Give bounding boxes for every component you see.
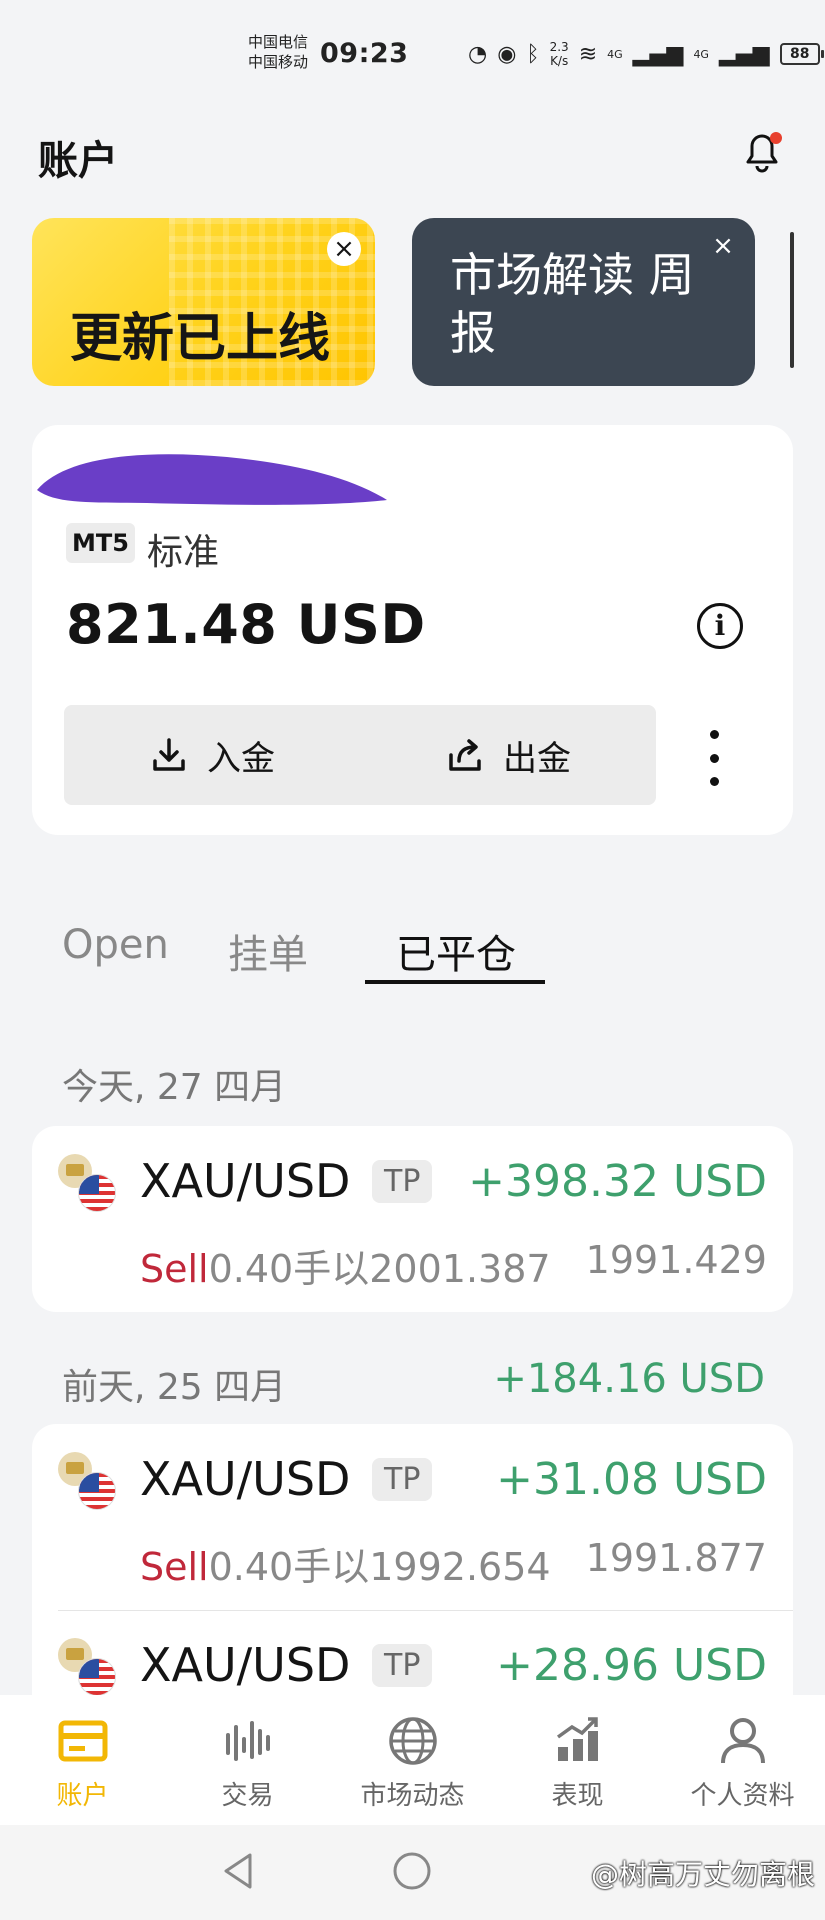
fund-actions: 入金 出金 bbox=[64, 705, 656, 805]
nav-label: 市场动态 bbox=[360, 1781, 465, 1811]
nav-label: 账户 bbox=[56, 1781, 109, 1811]
nav-label: 个人资料 bbox=[690, 1781, 795, 1811]
trade-pnl: +31.08 USD bbox=[496, 1454, 767, 1505]
wifi-icon: ≋ bbox=[578, 41, 598, 67]
nav-item-market-news[interactable]: 市场动态 bbox=[330, 1695, 495, 1825]
platform-badge: MT5 bbox=[66, 523, 135, 563]
withdraw-label: 出金 bbox=[503, 738, 571, 779]
back-icon[interactable] bbox=[218, 1849, 258, 1893]
banner-text: 市场解读 周报 bbox=[450, 248, 695, 360]
group-date: 今天, 27 四月 bbox=[62, 1067, 287, 1108]
redaction-scribble bbox=[37, 454, 387, 505]
tab-active-indicator bbox=[365, 980, 545, 984]
status-icons: ◔ ◉ ᛒ 2.3 K/s ≋ 4G ▂▄▆ 4G ▂▄▆ 88 bbox=[468, 40, 824, 68]
trade-side: Sell bbox=[140, 1545, 209, 1589]
tab-open[interactable]: Open bbox=[62, 922, 169, 968]
carrier-labels: 中国电信 中国移动 bbox=[248, 32, 308, 72]
trade-close-price: 1991.877 bbox=[585, 1536, 767, 1580]
nav-item-account[interactable]: 账户 bbox=[0, 1695, 165, 1825]
bluetooth-icon: ᛒ bbox=[526, 41, 540, 67]
more-options-icon[interactable] bbox=[704, 730, 724, 786]
account-balance: 821.48 USD bbox=[66, 593, 426, 656]
signal-bars-icon: ▂▄▆ bbox=[718, 41, 770, 67]
signal-bars-icon: ▂▄▆ bbox=[632, 41, 684, 67]
tab-closed[interactable]: 已平仓 bbox=[396, 922, 516, 980]
page-title: 账户 bbox=[38, 138, 118, 184]
trade-group-card: XAU/USD TP +398.32 USD Sell0.40手以2001.38… bbox=[32, 1126, 793, 1312]
trade-detail: Sell0.40手以1992.654 bbox=[140, 1536, 551, 1591]
trade-pnl: +398.32 USD bbox=[468, 1156, 767, 1207]
account-card: MT5 标准 821.48 USD i 入金 出金 bbox=[32, 425, 793, 835]
status-time: 09:23 bbox=[320, 38, 409, 69]
trade-detail: Sell0.40手以2001.387 bbox=[140, 1238, 551, 1293]
net-speed: 2.3 K/s bbox=[549, 40, 569, 68]
share-out-icon bbox=[449, 739, 481, 771]
trade-side: Sell bbox=[140, 1247, 209, 1291]
nav-label: 表现 bbox=[551, 1781, 604, 1811]
nav-item-performance[interactable]: 表现 bbox=[495, 1695, 660, 1825]
trade-lots: 0.40手以2001.387 bbox=[208, 1247, 551, 1291]
bottom-navigation: 账户 交易 市场动态 表现 个人资料 bbox=[0, 1695, 825, 1825]
nav-item-trade[interactable]: 交易 bbox=[165, 1695, 330, 1825]
trade-close-price: 1991.429 bbox=[585, 1238, 767, 1282]
watermark-text: @树高万丈勿离根 bbox=[590, 1858, 815, 1891]
globe-icon bbox=[388, 1717, 437, 1765]
tp-badge: TP bbox=[372, 1160, 433, 1203]
download-icon bbox=[153, 738, 185, 771]
notification-bell-icon[interactable] bbox=[740, 128, 784, 176]
trade-symbol: XAU/USD bbox=[140, 1638, 351, 1692]
group-total: +184.16 USD bbox=[493, 1356, 765, 1402]
account-type: 标准 bbox=[147, 532, 220, 573]
tp-badge: TP bbox=[372, 1644, 433, 1687]
deposit-label: 入金 bbox=[207, 738, 275, 779]
performance-icon bbox=[556, 1717, 598, 1761]
trade-lots: 0.40手以1992.654 bbox=[208, 1545, 551, 1589]
speedometer-icon: ◔ bbox=[468, 41, 488, 67]
carrier-1: 中国电信 bbox=[248, 33, 309, 51]
promo-banner-update[interactable]: 更新已上线 × bbox=[32, 218, 375, 386]
nav-item-profile[interactable]: 个人资料 bbox=[660, 1695, 825, 1825]
trade-symbol: XAU/USD bbox=[140, 1154, 351, 1208]
banner-close-icon[interactable]: × bbox=[705, 228, 741, 264]
banner-text: 更新已上线 bbox=[70, 309, 331, 369]
signal-2-label: 4G bbox=[693, 47, 709, 61]
system-navigation-bar: @树高万丈勿离根 bbox=[0, 1825, 825, 1920]
group-date: 前天, 25 四月 bbox=[62, 1367, 287, 1408]
xau-usd-flag-icon bbox=[58, 1154, 116, 1212]
signal-1-label: 4G bbox=[607, 47, 623, 61]
promo-banner-weekly[interactable]: 市场解读 周报 × bbox=[412, 218, 755, 386]
wallet-icon bbox=[58, 1720, 107, 1762]
trade-group-card: XAU/USD TP +31.08 USD Sell0.40手以1992.654… bbox=[32, 1424, 793, 1724]
battery-indicator: 88 bbox=[779, 43, 824, 65]
trade-symbol: XAU/USD bbox=[140, 1452, 351, 1506]
home-icon[interactable] bbox=[390, 1849, 434, 1893]
tp-badge: TP bbox=[372, 1458, 433, 1501]
trade-row[interactable]: XAU/USD TP +31.08 USD Sell0.40手以1992.654… bbox=[32, 1424, 793, 1611]
nav-label: 交易 bbox=[221, 1781, 274, 1811]
person-icon bbox=[720, 1718, 765, 1764]
trade-row[interactable]: XAU/USD TP +398.32 USD Sell0.40手以2001.38… bbox=[32, 1126, 793, 1312]
xau-usd-flag-icon bbox=[58, 1452, 116, 1510]
banner-next-edge bbox=[790, 232, 794, 368]
info-icon[interactable]: i bbox=[697, 603, 743, 649]
withdraw-button[interactable]: 出金 bbox=[360, 705, 656, 805]
carrier-2: 中国移动 bbox=[248, 53, 309, 71]
banner-close-icon[interactable]: × bbox=[327, 232, 361, 266]
chart-bars-icon bbox=[225, 1721, 270, 1761]
xau-usd-flag-icon bbox=[58, 1638, 116, 1696]
tab-pending[interactable]: 挂单 bbox=[228, 922, 308, 980]
trade-pnl: +28.96 USD bbox=[496, 1640, 767, 1691]
eye-icon: ◉ bbox=[497, 41, 517, 67]
deposit-button[interactable]: 入金 bbox=[64, 705, 360, 805]
